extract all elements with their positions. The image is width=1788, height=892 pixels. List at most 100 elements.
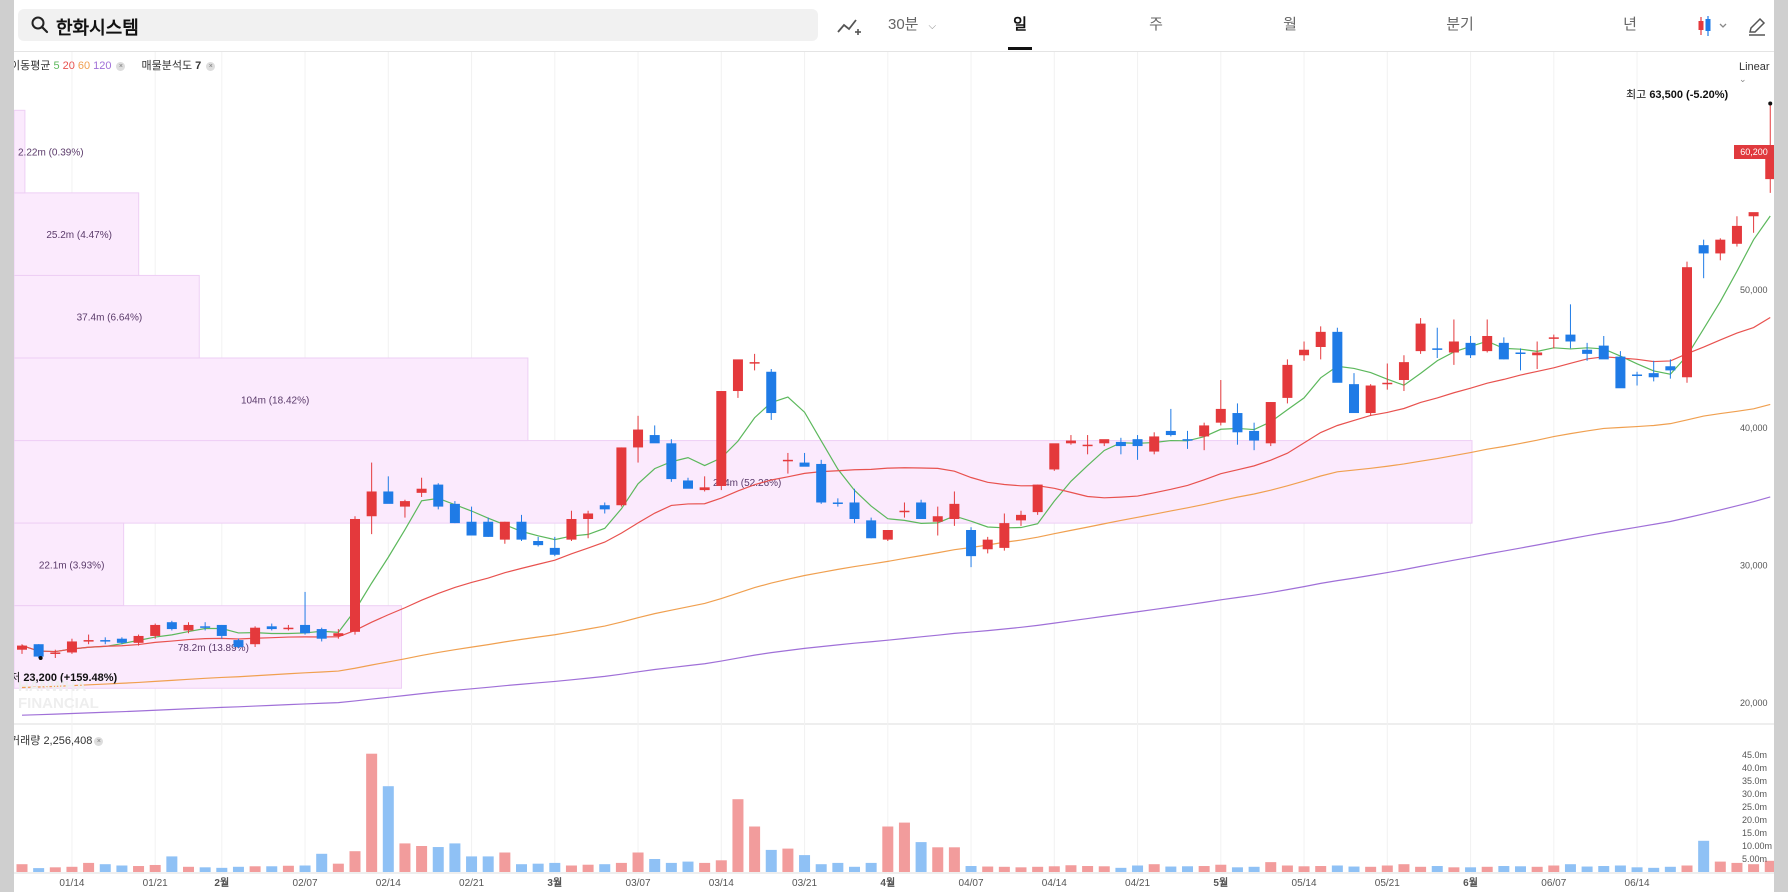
scale-label: Linear <box>1739 61 1770 73</box>
candle-body <box>1648 373 1659 378</box>
x-tick-label: 05/21 <box>1375 878 1400 889</box>
candlestick-icon[interactable] <box>1696 14 1732 38</box>
interval-dropdown[interactable]: 30분 ⌵ <box>888 0 936 52</box>
candle-body <box>1249 430 1260 441</box>
candle-body <box>1032 484 1043 513</box>
candle-body <box>499 521 510 540</box>
volume-bar <box>898 822 910 872</box>
tab-year[interactable]: 년 <box>1608 0 1652 52</box>
candle-body <box>1548 337 1559 339</box>
volume-bar <box>449 843 461 872</box>
candle-body <box>483 521 494 537</box>
candle-body <box>1682 267 1692 378</box>
candle-body <box>1349 384 1359 414</box>
volume-bar <box>499 852 511 872</box>
candle-body <box>932 516 943 522</box>
watermark-line: FINANCIAL <box>18 695 99 712</box>
x-tick-label: 02/14 <box>376 878 401 889</box>
candle-body <box>1132 439 1143 447</box>
interval-value: 30분 <box>888 16 919 33</box>
volume-bar <box>83 862 95 872</box>
tab-quarter[interactable]: 분기 <box>1432 0 1488 52</box>
volume-tick-label: 35.0m <box>1742 776 1767 786</box>
ma-5: 5 <box>53 60 60 72</box>
moving-average-legend[interactable]: 이동평균 5 20 60 120 × 매물분석도 7 × <box>14 57 218 73</box>
volume-tick-label: 15.0m <box>1742 828 1767 838</box>
volume-tick-label: 10.00m <box>1742 841 1772 851</box>
volume-bar <box>1664 866 1676 872</box>
volume-bar <box>1165 866 1177 872</box>
volume-bar <box>582 864 594 872</box>
candle-body <box>1049 443 1060 470</box>
volume-label: 거래량 <box>14 735 41 747</box>
volume-bar <box>516 864 527 872</box>
candle-body <box>150 624 161 636</box>
candle-body <box>816 463 827 503</box>
candle-body <box>1482 335 1493 352</box>
candle-body <box>1315 331 1326 347</box>
volume-bar <box>116 865 128 872</box>
x-tick-label: 4월 <box>880 877 895 889</box>
candle-body <box>216 624 227 636</box>
x-tick-label: 6월 <box>1463 877 1478 889</box>
candle-body <box>999 523 1010 548</box>
search-box[interactable]: 한화시스템 <box>18 9 818 41</box>
tab-day[interactable]: 일 <box>998 0 1042 52</box>
candle-body <box>1515 352 1526 354</box>
candle-body <box>716 391 727 486</box>
candle-body <box>266 626 277 630</box>
volume-legend[interactable]: 거래량 2,256,408 × <box>14 732 104 748</box>
volume-bar <box>1048 866 1060 872</box>
pencil-icon[interactable] <box>1746 15 1768 37</box>
x-tick-label: 04/07 <box>959 878 984 889</box>
volume-bar <box>99 864 111 872</box>
candle-body <box>1598 345 1609 360</box>
volume-tick-label: 5.00m <box>1742 854 1767 864</box>
volume-bar <box>715 860 727 872</box>
candle-body <box>449 503 460 524</box>
price-tick-label: 50,000 <box>1740 285 1768 295</box>
volume-bar <box>1731 862 1743 872</box>
volume-bar <box>1581 866 1593 872</box>
volume-bar <box>1248 866 1260 872</box>
volume-bar <box>532 863 544 872</box>
candle-body <box>1532 352 1543 356</box>
scale-toggle[interactable]: Linear ⌄ <box>1739 61 1774 85</box>
x-tick-label: 06/07 <box>1541 878 1566 889</box>
close-icon[interactable]: × <box>94 736 104 746</box>
x-tick-label: 03/21 <box>792 878 817 889</box>
volume-bar <box>632 852 644 872</box>
chart-toolbar: 한화시스템 30분 ⌵ 일 주 월 분기 년 <box>14 0 1774 52</box>
draw-line-icon[interactable] <box>836 14 862 38</box>
volume-bar <box>1448 867 1460 872</box>
volume-bar <box>1281 865 1293 872</box>
candle-body <box>1565 334 1576 342</box>
tab-week[interactable]: 주 <box>1134 0 1178 52</box>
volume-bar <box>316 853 328 872</box>
candle-body <box>166 622 177 630</box>
tab-month[interactable]: 월 <box>1268 0 1312 52</box>
candle-body <box>1398 362 1409 381</box>
candle-body <box>350 518 360 632</box>
candle-body <box>982 539 993 550</box>
candle-body <box>882 530 893 540</box>
candle-body <box>1415 323 1426 352</box>
candle-body <box>50 652 61 654</box>
candle-body <box>866 520 877 539</box>
candle-body <box>200 626 211 628</box>
candle-body <box>583 513 594 519</box>
candle-body <box>666 443 677 480</box>
price-tick-label: 20,000 <box>1740 698 1768 708</box>
candle-body <box>183 624 194 631</box>
volume-bar <box>266 866 278 872</box>
close-icon[interactable]: × <box>206 61 216 71</box>
candle-body <box>316 629 327 639</box>
volume-bar <box>332 863 344 872</box>
candle-body <box>133 635 144 643</box>
volume-bar <box>232 866 244 872</box>
ma-label: 이동평균 <box>14 60 51 72</box>
price-chart[interactable]: 294m (52.26%)104m (18.42%)37.4m (6.64%)2… <box>14 52 1774 892</box>
volume-bar <box>432 847 444 872</box>
x-tick-label: 04/14 <box>1042 878 1067 889</box>
close-icon[interactable]: × <box>116 61 126 71</box>
